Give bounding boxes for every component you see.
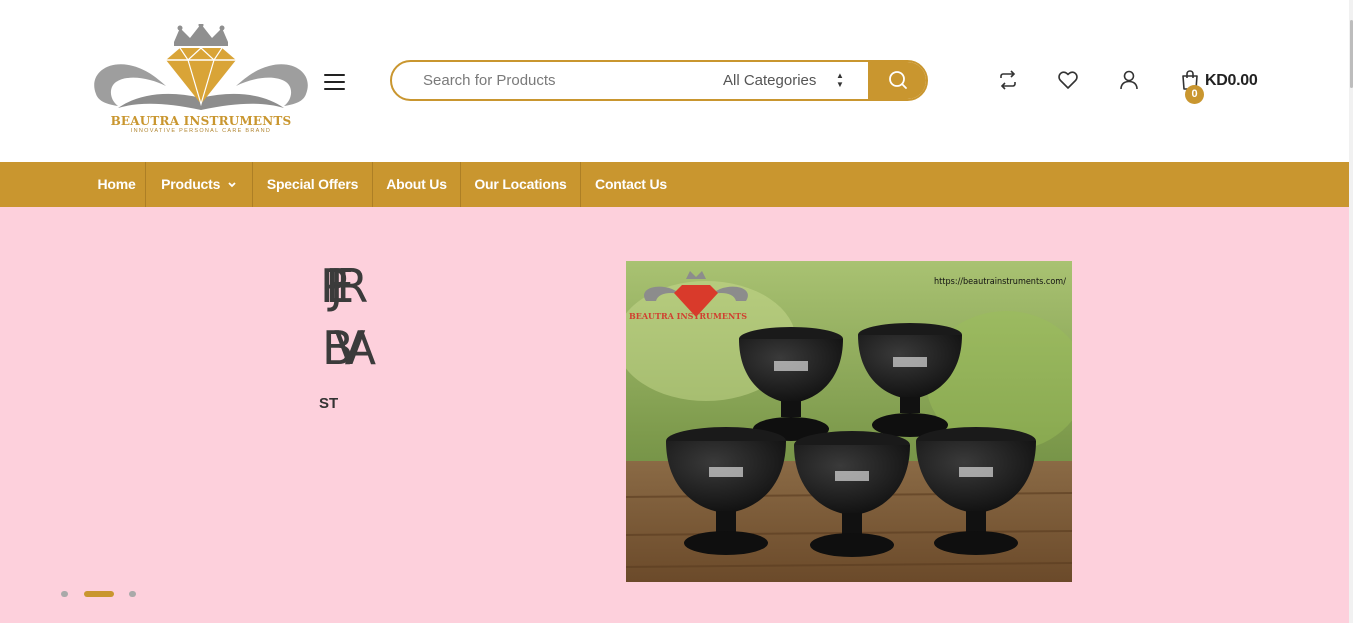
- nav-products[interactable]: Products: [146, 162, 252, 207]
- nav-special-offers[interactable]: Special Offers: [253, 162, 372, 207]
- nav-our-locations[interactable]: Our Locations: [461, 162, 580, 207]
- search-icon: [889, 71, 907, 89]
- page: BEAUTRA INSTRUMENTS INNOVATIVE PERSONAL …: [0, 0, 1353, 623]
- brand-name: BEAUTRA INSTRUMENTS: [110, 114, 292, 128]
- nav-contact-us-label: Contact Us: [595, 176, 667, 192]
- search-bar: All Categories ▲▼: [390, 60, 928, 101]
- cart-total[interactable]: KD0.00: [1205, 72, 1258, 90]
- brand-tagline: INNOVATIVE PERSONAL CARE BRAND: [130, 128, 272, 134]
- nav-our-locations-label: Our Locations: [474, 176, 567, 192]
- crown-diamond-emblem: [94, 22, 308, 110]
- hero-title-line-2: BVA: [322, 321, 376, 375]
- product-photo: BEAUTRA INSTRUMENTS: [626, 261, 1072, 582]
- slider-dot-3[interactable]: [129, 591, 136, 597]
- nav-home[interactable]: Home: [88, 162, 145, 207]
- brand-logo[interactable]: BEAUTRA INSTRUMENTS INNOVATIVE PERSONAL …: [88, 22, 314, 138]
- nav-home-label: Home: [97, 176, 136, 192]
- hero-title-line-1: PJER: [320, 259, 369, 313]
- category-select-value: All Categories: [723, 72, 817, 89]
- slider-dot-2-active[interactable]: [84, 591, 114, 597]
- user-icon[interactable]: [1117, 68, 1141, 92]
- category-select[interactable]: All Categories ▲ ▼: [708, 62, 850, 99]
- slider-dot-1[interactable]: [61, 591, 68, 597]
- hero-product-image: BEAUTRA INSTRUMENTS https://beautrainstr…: [626, 261, 1072, 582]
- menu-hamburger-icon[interactable]: [323, 72, 347, 90]
- hero-slider: PJER BVA ST BEAUTRA INSTRUMENTS https://…: [0, 207, 1349, 623]
- cart-count-badge: 0: [1185, 85, 1204, 104]
- compare-icon[interactable]: [996, 68, 1020, 92]
- site-header: BEAUTRA INSTRUMENTS INNOVATIVE PERSONAL …: [0, 0, 1349, 162]
- nav-special-offers-label: Special Offers: [266, 176, 359, 192]
- chevron-down-icon: [228, 182, 236, 188]
- nav-contact-us[interactable]: Contact Us: [581, 162, 681, 207]
- search-button[interactable]: [868, 62, 926, 99]
- main-nav: Home Products Special Offers About Us Ou…: [0, 162, 1349, 207]
- heart-icon[interactable]: [1056, 68, 1080, 92]
- nav-products-label: Products: [161, 176, 221, 192]
- scrollbar-track[interactable]: [1349, 0, 1353, 623]
- nav-about-us-label: About Us: [386, 176, 447, 192]
- nav-about-us[interactable]: About Us: [373, 162, 460, 207]
- search-input[interactable]: [410, 62, 700, 99]
- svg-text:BEAUTRA INSTRUMENTS: BEAUTRA INSTRUMENTS: [629, 311, 747, 321]
- image-url-watermark: https://beautrainstruments.com/: [934, 277, 1066, 287]
- select-arrows-icon: ▲ ▼: [836, 71, 844, 89]
- hero-subtitle: ST: [319, 395, 339, 412]
